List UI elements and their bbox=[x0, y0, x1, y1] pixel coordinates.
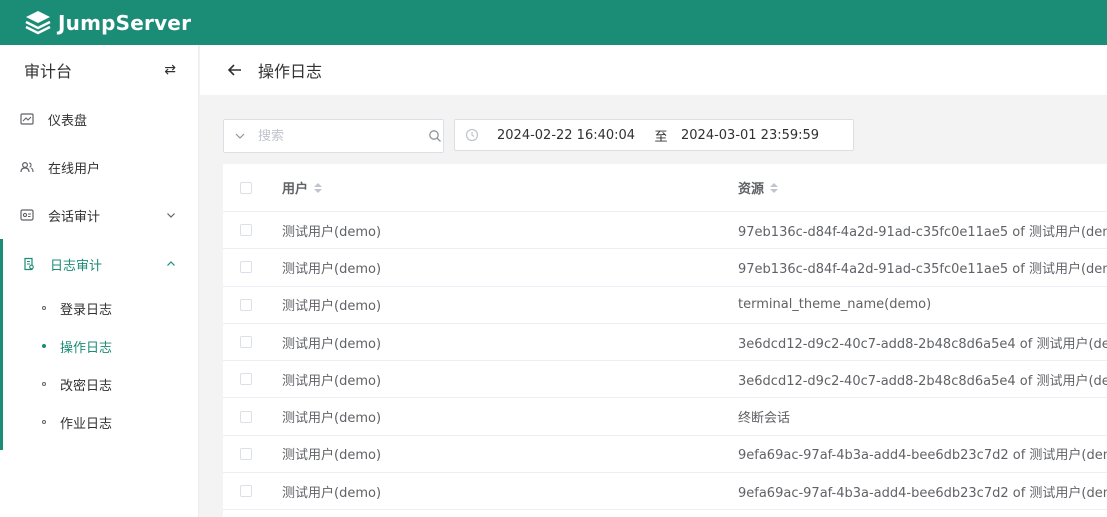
sidebar-header: 审计台 ⇄ bbox=[0, 45, 198, 95]
table-row[interactable]: 测试用户(demo) 3e6dcd12-d9c2-40c7-add8-2b48c… bbox=[223, 361, 1107, 399]
row-checkbox[interactable] bbox=[240, 485, 252, 498]
sidebar-subitem-label: 改密日志 bbox=[60, 378, 113, 394]
column-header-label: 资源 bbox=[738, 182, 765, 197]
chevron-down-icon bbox=[167, 213, 175, 218]
user-cell: 测试用户(demo) bbox=[282, 224, 382, 240]
dashboard-icon bbox=[20, 112, 34, 126]
sidebar-subitem-password-change-log[interactable]: 改密日志 bbox=[0, 365, 198, 403]
column-header-label: 用户 bbox=[282, 182, 309, 197]
user-cell: 测试用户(demo) bbox=[282, 373, 382, 389]
sidebar-subitem-label: 登录日志 bbox=[60, 302, 113, 318]
page-header: 操作日志 bbox=[200, 45, 1107, 95]
table-row[interactable]: 测试用户(demo) 终断会话 bbox=[223, 398, 1107, 436]
sidebar-subitem-label: 作业日志 bbox=[60, 416, 113, 432]
sidebar-item-label: 会话审计 bbox=[48, 209, 101, 225]
sidebar-title: 审计台 bbox=[24, 62, 73, 81]
sidebar-subitem-label: 操作日志 bbox=[60, 340, 113, 356]
search-box bbox=[223, 119, 444, 153]
resource-cell: terminal_theme_name(demo) bbox=[738, 297, 932, 313]
bullet-icon bbox=[42, 344, 46, 348]
filter-bar: 2024-02-22 16:40:04 至 2024-03-01 23:59:5… bbox=[223, 119, 854, 153]
users-icon bbox=[20, 160, 34, 174]
column-user[interactable]: 用户 bbox=[282, 178, 738, 197]
top-bar: JumpServer bbox=[0, 0, 1107, 45]
sidebar-item-log-audit[interactable]: 日志审计 bbox=[0, 239, 198, 289]
page-title: 操作日志 bbox=[258, 62, 323, 81]
user-cell: 测试用户(demo) bbox=[282, 411, 382, 427]
resource-cell: 97eb136c-d84f-4a2d-91ad-c35fc0e11ae5 of … bbox=[738, 261, 1107, 277]
table-row[interactable]: 测试用户(demo) 9efa69ac-97af-4b3a-add4-bee6d… bbox=[223, 473, 1107, 511]
table-row[interactable]: 测试用户(demo) terminal_theme_name(demo) bbox=[223, 287, 1107, 324]
resource-cell: 97eb136c-d84f-4a2d-91ad-c35fc0e11ae5 of … bbox=[738, 224, 1107, 240]
clock-icon bbox=[465, 128, 479, 142]
date-end[interactable]: 2024-03-01 23:59:59 bbox=[681, 128, 819, 143]
sidebar-group-log-audit: 日志审计 登录日志 操作日志 改密日志 作业日志 bbox=[0, 239, 198, 450]
search-icon[interactable] bbox=[428, 129, 442, 143]
resource-cell: 9efa69ac-97af-4b3a-add4-bee6db23c7d2 of … bbox=[738, 448, 1107, 464]
user-cell: 测试用户(demo) bbox=[282, 261, 382, 277]
session-audit-icon bbox=[20, 208, 34, 222]
row-checkbox[interactable] bbox=[240, 298, 252, 311]
sidebar-subitem-job-log[interactable]: 作业日志 bbox=[0, 403, 198, 441]
swap-icon[interactable]: ⇄ bbox=[164, 62, 176, 78]
chevron-down-icon[interactable] bbox=[234, 130, 246, 142]
resource-cell: 3e6dcd12-d9c2-40c7-add8-2b48c8d6a5e4 of … bbox=[738, 336, 1107, 352]
user-cell: 测试用户(demo) bbox=[282, 485, 382, 501]
sort-icon[interactable] bbox=[770, 182, 779, 193]
user-cell: 测试用户(demo) bbox=[282, 299, 382, 315]
table-row[interactable]: 测试用户(demo) 9efa69ac-97af-4b3a-add4-bee6d… bbox=[223, 436, 1107, 474]
log-audit-icon bbox=[22, 257, 36, 271]
resource-cell: 终断会话 bbox=[738, 411, 791, 427]
sidebar-item-label: 日志审计 bbox=[50, 258, 103, 274]
operate-log-table: 用户 资源 测试用户(demo) 97eb136c-d84f-4a2d-91ad… bbox=[223, 164, 1107, 517]
row-checkbox[interactable] bbox=[240, 373, 252, 386]
back-arrow-icon[interactable] bbox=[226, 61, 244, 79]
column-resource[interactable]: 资源 bbox=[738, 178, 1107, 197]
bullet-icon bbox=[42, 306, 46, 310]
resource-cell: 3e6dcd12-d9c2-40c7-add8-2b48c8d6a5e4 of … bbox=[738, 373, 1107, 389]
table-row[interactable]: 测试用户(demo) 97eb136c-d84f-4a2d-91ad-c35fc… bbox=[223, 212, 1107, 250]
bullet-icon bbox=[42, 382, 46, 386]
sidebar-subitem-operate-log[interactable]: 操作日志 bbox=[0, 327, 198, 365]
table-row[interactable]: 测试用户(demo) 3e6dcd12-d9c2-40c7-add8-2b48c… bbox=[223, 324, 1107, 362]
user-cell: 测试用户(demo) bbox=[282, 336, 382, 352]
sidebar-subitem-login-log[interactable]: 登录日志 bbox=[0, 289, 198, 327]
row-checkbox[interactable] bbox=[240, 261, 252, 274]
resource-cell: 9efa69ac-97af-4b3a-add4-bee6db23c7d2 of … bbox=[738, 485, 1107, 501]
chevron-up-icon bbox=[167, 261, 175, 266]
row-checkbox[interactable] bbox=[240, 224, 252, 237]
sidebar-item-session-audit[interactable]: 会话审计 bbox=[0, 191, 198, 239]
sidebar-item-online-users[interactable]: 在线用户 bbox=[0, 143, 198, 191]
row-checkbox[interactable] bbox=[240, 447, 252, 460]
brand-name: JumpServer bbox=[58, 10, 192, 35]
jumpserver-logo-icon bbox=[25, 10, 51, 34]
sidebar-item-dashboard[interactable]: 仪表盘 bbox=[0, 95, 198, 143]
sidebar: 审计台 ⇄ 仪表盘 在线用户 会话审计 日志审计 登录日志 操作日志 改密日志 … bbox=[0, 45, 199, 517]
sidebar-item-label: 在线用户 bbox=[48, 161, 101, 177]
header-checkbox-cell bbox=[223, 181, 282, 194]
user-cell: 测试用户(demo) bbox=[282, 448, 382, 464]
table-header: 用户 资源 bbox=[223, 164, 1107, 212]
date-start[interactable]: 2024-02-22 16:40:04 bbox=[497, 128, 637, 143]
select-all-checkbox[interactable] bbox=[240, 181, 252, 194]
date-separator: 至 bbox=[654, 129, 668, 145]
brand-logo[interactable]: JumpServer bbox=[24, 10, 191, 36]
sort-icon[interactable] bbox=[314, 182, 323, 193]
date-range-picker[interactable]: 2024-02-22 16:40:04 至 2024-03-01 23:59:5… bbox=[454, 119, 854, 151]
sidebar-item-label: 仪表盘 bbox=[48, 113, 88, 129]
bullet-icon bbox=[42, 420, 46, 424]
row-checkbox[interactable] bbox=[240, 336, 252, 349]
table-row[interactable]: 测试用户(demo) 97eb136c-d84f-4a2d-91ad-c35fc… bbox=[223, 249, 1107, 287]
search-input[interactable] bbox=[258, 128, 428, 144]
row-checkbox[interactable] bbox=[240, 410, 252, 423]
